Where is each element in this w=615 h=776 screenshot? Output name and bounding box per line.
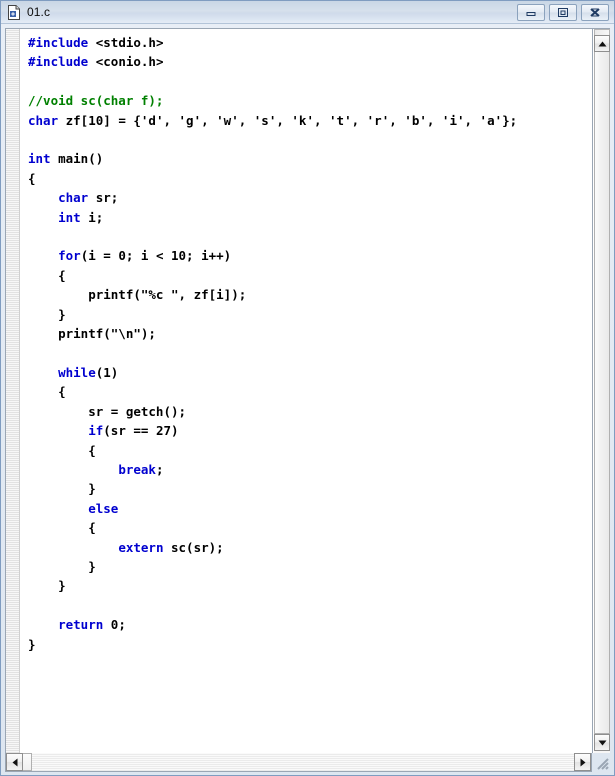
editor-inner: #include <stdio.h> #include <conio.h> //… xyxy=(6,29,593,753)
scroll-down-icon[interactable] xyxy=(594,734,610,751)
minimize-button[interactable] xyxy=(517,3,545,21)
code-token: sr; xyxy=(88,190,119,206)
code-token: if xyxy=(88,423,104,439)
c-file-icon xyxy=(7,4,21,20)
code-token: while xyxy=(58,364,96,380)
code-token: printf("%c ", zf[i]); xyxy=(28,287,247,303)
editor-window: 01.c #include <stdio.h> #include <conio.… xyxy=(0,0,615,776)
horizontal-scroll-thumb[interactable] xyxy=(23,753,32,771)
window-titlebar[interactable]: 01.c xyxy=(1,1,614,24)
code-token: return xyxy=(58,617,104,633)
window-controls xyxy=(517,3,609,21)
code-token: char xyxy=(58,190,89,206)
code-token: { xyxy=(28,442,96,458)
code-text-area[interactable]: #include <stdio.h> #include <conio.h> //… xyxy=(20,29,592,753)
source-code[interactable]: #include <stdio.h> #include <conio.h> //… xyxy=(20,33,592,654)
scroll-up-icon[interactable] xyxy=(594,35,610,52)
code-token: { xyxy=(28,520,96,536)
editor-gutter xyxy=(6,29,20,753)
window-title: 01.c xyxy=(27,5,51,19)
code-token: } xyxy=(28,481,96,497)
code-token: 0; xyxy=(103,617,126,633)
horizontal-scrollbar-row xyxy=(5,753,610,772)
code-token: i; xyxy=(80,209,104,225)
code-token: { xyxy=(28,170,36,186)
code-token: for xyxy=(58,248,81,264)
code-token: <stdio.h> xyxy=(88,35,164,50)
code-token: } xyxy=(28,306,66,322)
code-token: } xyxy=(28,636,36,652)
code-token: int xyxy=(28,151,51,167)
code-token: sc(sr); xyxy=(163,539,224,555)
code-token: #include xyxy=(28,35,89,50)
close-button[interactable] xyxy=(581,3,609,21)
code-token: { xyxy=(28,384,66,400)
code-token: extern xyxy=(118,539,164,555)
code-token: char xyxy=(28,112,59,128)
code-token: (sr == 27) xyxy=(103,423,179,439)
restore-button[interactable] xyxy=(549,3,577,21)
scroll-left-icon[interactable] xyxy=(6,753,23,771)
code-token: zf[10] = {'d', 'g', 'w', 's', 'k', 't', … xyxy=(58,112,518,128)
scroll-right-icon[interactable] xyxy=(574,753,591,771)
code-token: } xyxy=(28,558,96,574)
window-client-area: #include <stdio.h> #include <conio.h> //… xyxy=(1,24,614,775)
code-token: main() xyxy=(50,151,104,167)
code-token: ; xyxy=(155,461,164,477)
code-token: <conio.h> xyxy=(88,54,164,70)
code-token: //void sc(char f); xyxy=(28,93,164,109)
code-token: } xyxy=(28,578,66,594)
code-token: (1) xyxy=(95,364,119,380)
resize-grip-icon[interactable] xyxy=(592,753,610,772)
horizontal-scrollbar[interactable] xyxy=(5,753,592,772)
code-token: break xyxy=(118,461,156,477)
horizontal-scroll-track[interactable] xyxy=(32,753,574,771)
code-token: (i = 0; i < 10; i++) xyxy=(80,248,232,264)
code-token: { xyxy=(28,267,66,283)
code-token: printf("\n"); xyxy=(28,326,156,342)
vertical-scroll-thumb[interactable] xyxy=(594,52,610,734)
vertical-scrollbar[interactable] xyxy=(593,29,610,753)
code-token: int xyxy=(58,209,81,225)
code-token: sr = getch(); xyxy=(28,403,187,419)
code-token: #include xyxy=(28,54,89,70)
editor-frame: #include <stdio.h> #include <conio.h> //… xyxy=(5,28,610,753)
code-token: else xyxy=(88,500,119,516)
